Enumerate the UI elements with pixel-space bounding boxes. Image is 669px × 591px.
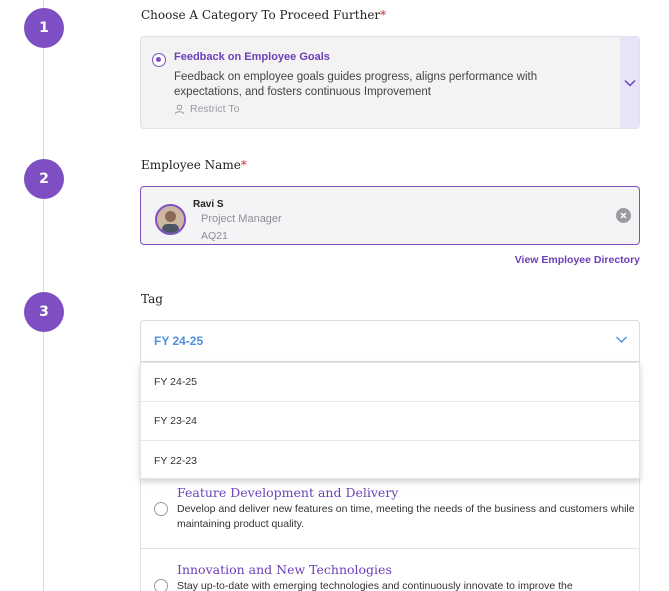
required-mark: * bbox=[380, 8, 387, 22]
step-number: 2 bbox=[39, 171, 49, 187]
goal-radio[interactable] bbox=[154, 579, 168, 591]
category-description: Feedback on employee goals guides progre… bbox=[174, 71, 538, 98]
restrict-label: Restrict To bbox=[190, 103, 240, 115]
goal-title: Innovation and New Technologies bbox=[177, 562, 392, 577]
step-1-badge: 1 bbox=[24, 8, 64, 48]
close-circle-icon bbox=[620, 212, 627, 219]
step-number: 1 bbox=[39, 20, 49, 36]
step-3-badge: 3 bbox=[24, 292, 64, 332]
radio-selected-icon[interactable] bbox=[152, 53, 166, 67]
tag-dropdown-menu: FY 24-25 FY 23-24 FY 22-23 bbox=[140, 362, 640, 479]
tag-option[interactable]: FY 23-24 bbox=[141, 402, 639, 441]
tag-selected-value: FY 24-25 bbox=[154, 334, 204, 348]
avatar bbox=[155, 204, 186, 235]
step-number: 3 bbox=[39, 304, 49, 320]
required-mark: * bbox=[240, 158, 247, 172]
chevron-down-icon bbox=[623, 79, 636, 87]
tag-label: Tag bbox=[141, 292, 163, 306]
tag-select[interactable]: FY 24-25 bbox=[140, 320, 640, 362]
goal-radio[interactable] bbox=[154, 502, 168, 516]
employee-label: Employee Name* bbox=[141, 158, 247, 172]
employee-role: Project Manager bbox=[201, 213, 282, 225]
restrict-to[interactable]: Restrict To bbox=[174, 103, 239, 115]
goal-description: Stay up-to-date with emerging technologi… bbox=[177, 580, 573, 591]
goal-divider bbox=[140, 548, 640, 549]
category-title: Feedback on Employee Goals bbox=[174, 51, 330, 63]
tag-option[interactable]: FY 22-23 bbox=[141, 441, 639, 480]
category-expand-button[interactable] bbox=[620, 37, 639, 128]
tag-option[interactable]: FY 24-25 bbox=[141, 363, 639, 402]
chevron-down-icon bbox=[615, 336, 628, 344]
goal-description: Develop and deliver new features on time… bbox=[177, 503, 635, 530]
view-employee-directory-link[interactable]: View Employee Directory bbox=[515, 254, 640, 266]
clear-employee-button[interactable] bbox=[616, 208, 631, 223]
category-label: Choose A Category To Proceed Further* bbox=[141, 8, 386, 22]
employee-name: Ravi S bbox=[193, 199, 224, 210]
avatar-image bbox=[157, 206, 184, 233]
employee-card[interactable]: Ravi S Project Manager AQ21 bbox=[140, 186, 640, 245]
goal-title: Feature Development and Delivery bbox=[177, 485, 399, 500]
employee-code: AQ21 bbox=[201, 230, 228, 242]
category-card[interactable]: Feedback on Employee Goals Feedback on e… bbox=[140, 36, 640, 129]
category-label-text: Choose A Category To Proceed Further bbox=[141, 8, 381, 22]
employee-label-text: Employee Name bbox=[141, 158, 241, 172]
user-icon bbox=[174, 104, 185, 114]
step-2-badge: 2 bbox=[24, 159, 64, 199]
